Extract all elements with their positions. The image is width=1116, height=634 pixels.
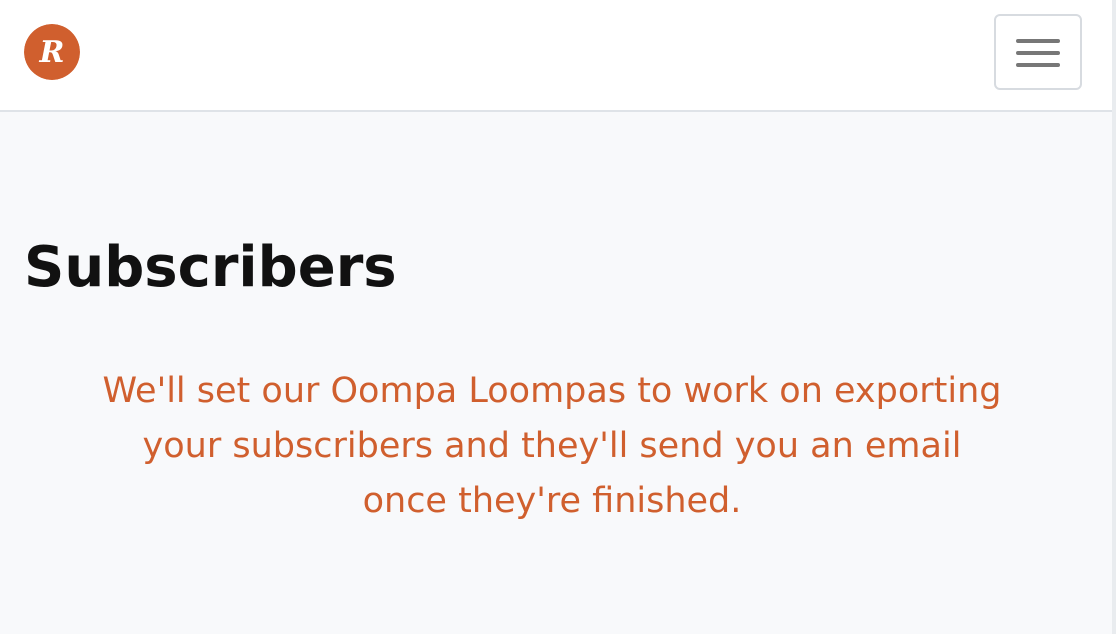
top-navigation-bar: R <box>0 0 1112 112</box>
hamburger-menu-icon-line-top <box>1016 39 1060 43</box>
window-right-edge <box>1112 0 1116 634</box>
page-title: Subscribers <box>24 235 397 300</box>
hamburger-menu-icon-line-bottom <box>1016 63 1060 67</box>
export-status-message: We'll set our Oompa Loompas to work on e… <box>102 371 1002 521</box>
brand-r-logo-icon[interactable]: R <box>24 24 80 80</box>
logo-letter: R <box>39 35 65 70</box>
main-menu-button[interactable] <box>994 14 1082 90</box>
logo-graphic: R <box>24 24 80 80</box>
hamburger-menu-icon-line-middle <box>1016 51 1060 55</box>
